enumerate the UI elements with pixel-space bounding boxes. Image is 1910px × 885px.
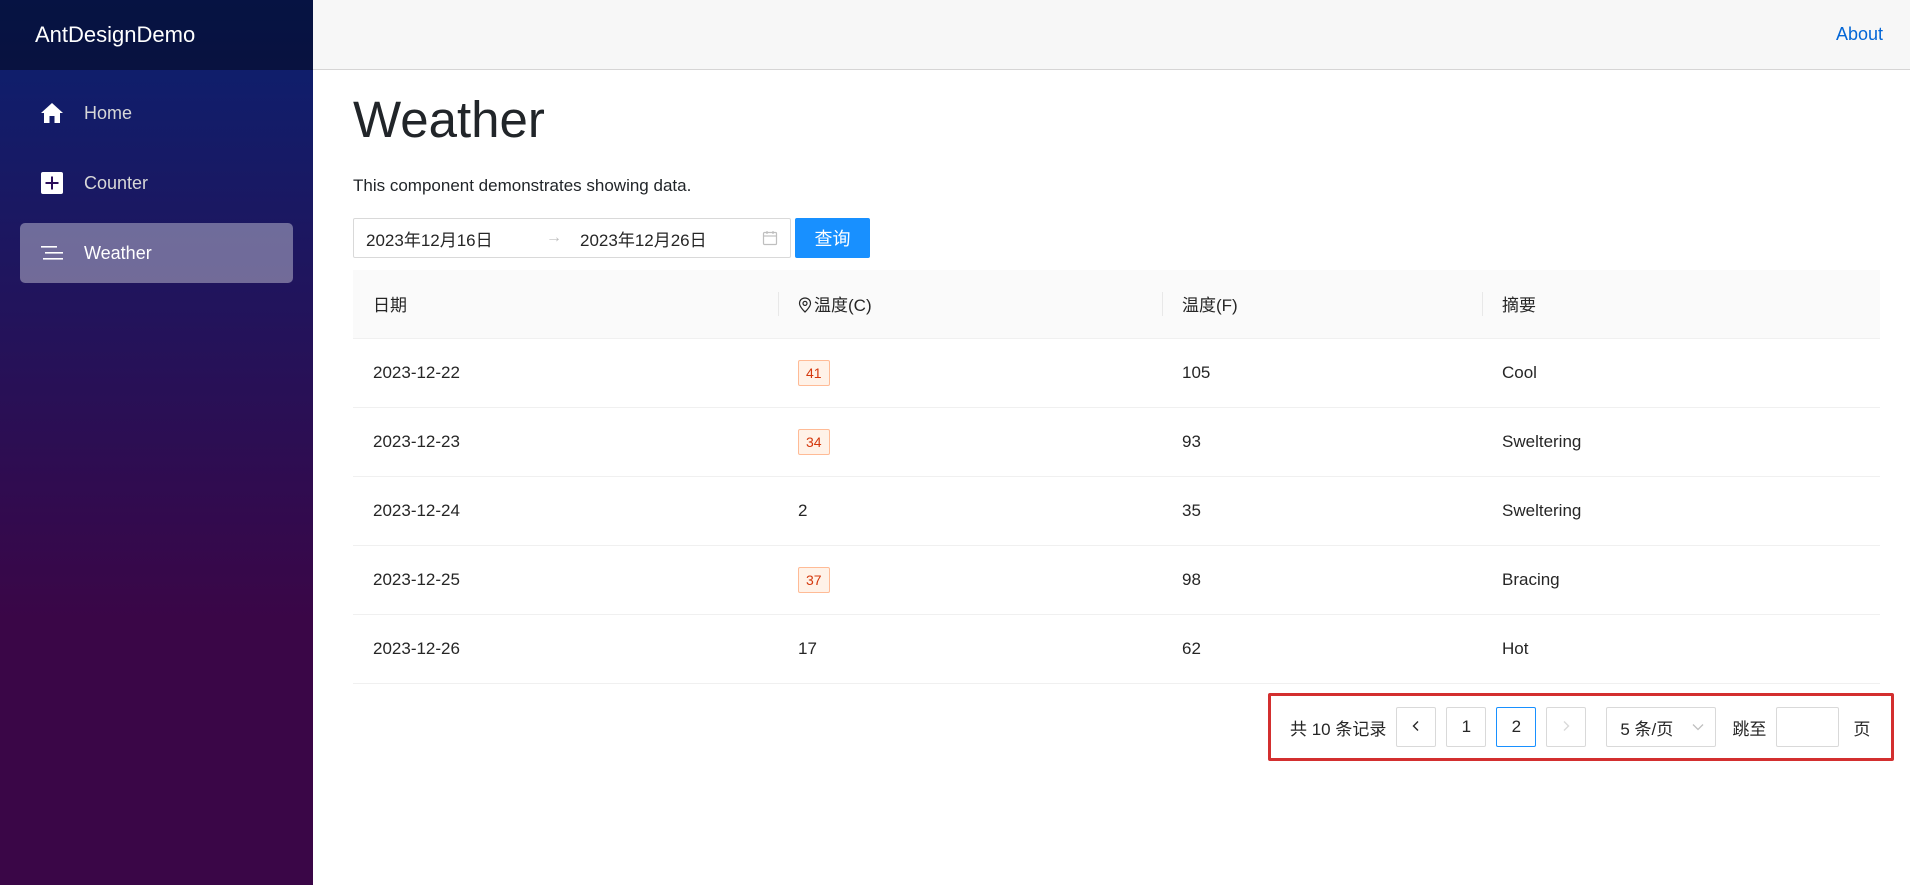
- page-title: Weather: [353, 91, 545, 148]
- main-content: Weather This component demonstrates show…: [353, 70, 1881, 684]
- top-bar: About: [313, 0, 1910, 70]
- table-header-row: 日期 温度(C) 温度(F) 摘要: [353, 270, 1880, 339]
- cell-temp-c: 41: [778, 338, 1162, 408]
- range-arrow-icon: →: [546, 229, 562, 247]
- temp-tag: 41: [798, 359, 830, 386]
- weather-table: 日期 温度(C) 温度(F) 摘要 2023-12-22 41 105 Cool…: [353, 270, 1880, 684]
- cell-temp-c: 2: [778, 476, 1162, 546]
- cell-date: 2023-12-22: [353, 338, 778, 408]
- sidebar-item-home[interactable]: Home: [20, 83, 293, 143]
- chevron-left-icon: [1410, 717, 1422, 737]
- end-date-input[interactable]: 2023年12月26日: [580, 226, 762, 251]
- table-row: 2023-12-26 17 62 Hot: [353, 614, 1880, 684]
- page-size-select[interactable]: 5 条/页: [1606, 707, 1717, 747]
- cell-temp-c: 37: [778, 545, 1162, 615]
- chevron-right-icon: [1560, 717, 1572, 737]
- page-button-2[interactable]: 2: [1496, 707, 1537, 747]
- column-header-date: 日期: [353, 270, 778, 339]
- query-button[interactable]: 查询: [795, 218, 870, 259]
- page-size-value: 5 条/页: [1620, 719, 1674, 739]
- cell-date: 2023-12-25: [353, 545, 778, 615]
- table-row: 2023-12-23 34 93 Sweltering: [353, 407, 1880, 477]
- list-icon: [40, 241, 64, 265]
- calendar-icon: [762, 230, 778, 246]
- start-date-input[interactable]: 2023年12月16日: [366, 226, 546, 251]
- column-header-temp-c: 温度(C): [778, 270, 1162, 339]
- cell-summary: Bracing: [1482, 545, 1880, 615]
- page-jump-input[interactable]: [1776, 707, 1840, 747]
- sidebar-item-label: Counter: [84, 172, 149, 193]
- next-page-button[interactable]: [1546, 707, 1587, 747]
- jump-label: 跳至: [1732, 719, 1767, 739]
- cell-summary: Cool: [1482, 338, 1880, 408]
- sidebar-item-weather[interactable]: Weather: [20, 223, 293, 283]
- column-header-summary: 摘要: [1482, 270, 1880, 339]
- cell-date: 2023-12-23: [353, 407, 778, 477]
- cell-temp-c: 17: [778, 614, 1162, 684]
- cell-temp-f: 93: [1162, 407, 1482, 477]
- brand-link[interactable]: AntDesignDemo: [35, 22, 195, 48]
- prev-page-button[interactable]: [1396, 707, 1437, 747]
- sidebar-item-label: Weather: [84, 242, 152, 263]
- sidebar-item-label: Home: [84, 102, 133, 123]
- about-link[interactable]: About: [1836, 24, 1883, 45]
- page-suffix: 页: [1853, 719, 1871, 739]
- date-range-picker[interactable]: 2023年12月16日 → 2023年12月26日: [353, 218, 791, 259]
- environment-pin-icon: [798, 297, 812, 314]
- chevron-down-icon: [1691, 720, 1705, 734]
- cell-temp-f: 35: [1162, 476, 1482, 546]
- page-description: This component demonstrates showing data…: [353, 176, 692, 196]
- column-header-temp-f: 温度(F): [1162, 270, 1482, 339]
- page-button-1[interactable]: 1: [1446, 707, 1487, 747]
- plus-square-icon: [40, 171, 64, 195]
- cell-temp-f: 105: [1162, 338, 1482, 408]
- pagination-total: 共 10 条记录: [1290, 719, 1387, 739]
- home-icon: [40, 101, 64, 125]
- table-row: 2023-12-22 41 105 Cool: [353, 338, 1880, 408]
- temp-tag: 37: [798, 566, 830, 593]
- nav-menu: Home Counter Weather: [0, 70, 313, 283]
- table-row: 2023-12-24 2 35 Sweltering: [353, 476, 1880, 546]
- pagination: 共 10 条记录 1 2 5 条/页 跳至 页: [1268, 693, 1894, 761]
- sidebar-item-counter[interactable]: Counter: [20, 153, 293, 213]
- cell-temp-c: 34: [778, 407, 1162, 477]
- table-row: 2023-12-25 37 98 Bracing: [353, 545, 1880, 615]
- cell-date: 2023-12-24: [353, 476, 778, 546]
- temp-tag: 34: [798, 428, 830, 455]
- cell-summary: Sweltering: [1482, 476, 1880, 546]
- sidebar: AntDesignDemo Home Counter Weather: [0, 0, 313, 885]
- cell-summary: Sweltering: [1482, 407, 1880, 477]
- cell-summary: Hot: [1482, 614, 1880, 684]
- cell-date: 2023-12-26: [353, 614, 778, 684]
- cell-temp-f: 98: [1162, 545, 1482, 615]
- filter-bar: 2023年12月16日 → 2023年12月26日 查询: [353, 218, 1881, 259]
- cell-temp-f: 62: [1162, 614, 1482, 684]
- brand-bar: AntDesignDemo: [0, 0, 313, 70]
